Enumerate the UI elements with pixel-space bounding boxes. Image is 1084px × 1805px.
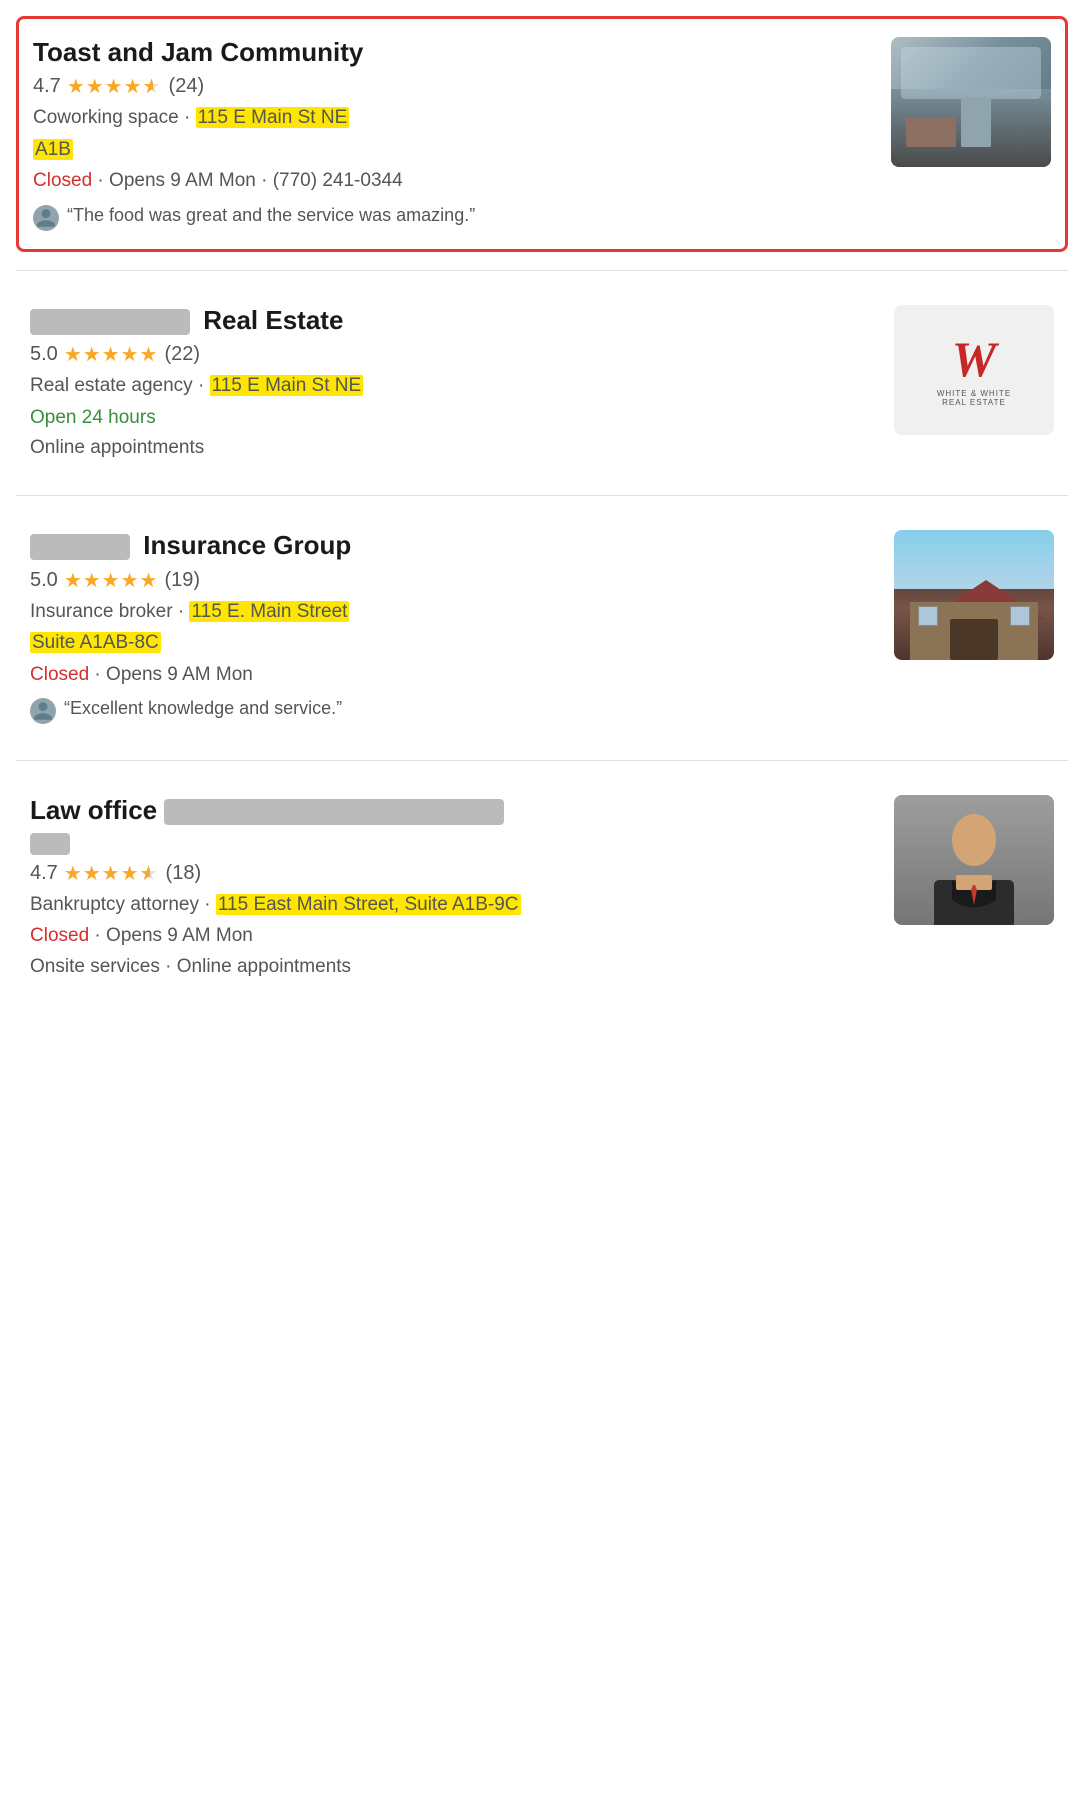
category: Bankruptcy attorney [30,894,199,915]
status-extra: · Opens 9 AM Mon [89,925,253,946]
category: Coworking space [33,107,179,128]
house-photo [894,530,1054,660]
review-count: (22) [164,343,200,366]
user-icon [32,700,54,722]
listing-name: Law office [30,795,880,826]
category: Real estate agency [30,375,193,396]
listing-info: Toast and Jam Community 4.7 ★★★★★★ (24) … [33,37,891,231]
user-avatar [30,698,56,724]
divider-2 [16,495,1068,496]
listing-name-text: Law office [30,795,164,825]
status-row: Open 24 hours [30,405,880,432]
address-highlighted: 115 E Main St NE [196,107,350,128]
address2-highlighted: A1B [33,139,73,160]
extra-info: Onsite services · Online appointments [30,956,880,978]
blurred-name [164,799,504,825]
listing-card-insurance[interactable]: Insurance Group 5.0 ★★★★★ (19) Insurance… [16,512,1068,742]
coworking-photo [891,37,1051,167]
listing-card-real-estate[interactable]: Real Estate 5.0 ★★★★★ (22) Real estate a… [16,287,1068,477]
listing-name: Real Estate [30,305,880,336]
listing-name[interactable]: Toast and Jam Community [33,37,877,68]
rating-row: 5.0 ★★★★★ (22) [30,342,880,367]
person-photo [894,795,1054,925]
address-highlighted: 115 East Main Street, Suite A1B-9C [216,894,521,915]
listing-logo: W WHITE & WHITEREAL ESTATE [894,305,1054,435]
stars: ★★★★★★ [67,74,163,99]
listing-info: Law office 4.7 ★★★★★★ (18) Bankruptcy at… [30,795,894,977]
category-address: Coworking space · 115 E Main St NE [33,105,877,132]
listing-name: Insurance Group [30,530,880,561]
address-highlighted: 115 E. Main Street [189,601,349,622]
listing-info: Insurance Group 5.0 ★★★★★ (19) Insurance… [30,530,894,724]
divider-1 [16,270,1068,271]
rating-row: 5.0 ★★★★★ (19) [30,568,880,593]
status-row: Closed · Opens 9 AM Mon · (770) 241-0344 [33,168,877,195]
status-closed: Closed [33,170,92,191]
blurred-name [30,534,130,560]
review-text: “Excellent knowledge and service.” [64,698,342,719]
listing-photo [894,795,1054,925]
review-snippet: “Excellent knowledge and service.” [30,698,880,724]
rating-row: 4.7 ★★★★★★ (18) [30,861,880,886]
address2-highlighted: Suite A1AB-8C [30,632,161,653]
category-address: Insurance broker · 115 E. Main Street [30,599,880,626]
stars: ★★★★★ [64,342,159,367]
stars: ★★★★★ [64,568,159,593]
listing-photo [891,37,1051,167]
status-extra: · Opens 9 AM Mon · (770) 241-0344 [92,170,403,191]
listing-photo [894,530,1054,660]
category-address: Real estate agency · 115 E Main St NE [30,373,880,400]
listing-name-suffix: Insurance Group [143,530,351,560]
rating-value: 5.0 [30,569,58,592]
rating-value: 4.7 [33,75,61,98]
person-svg [914,805,1034,925]
category-address: Bankruptcy attorney · 115 East Main Stre… [30,892,880,919]
logo-content: W WHITE & WHITEREAL ESTATE [937,332,1011,407]
rating-value: 4.7 [30,862,58,885]
review-text: “The food was great and the service was … [67,205,475,226]
status-open: Open 24 hours [30,407,156,428]
user-avatar [33,205,59,231]
stars: ★★★★★★ [64,861,160,886]
address-highlighted: 115 E Main St NE [210,375,364,396]
blurred-name-2 [30,833,70,855]
listing-name-suffix: Real Estate [203,305,343,335]
review-count: (18) [166,862,202,885]
review-count: (19) [164,569,200,592]
status-closed: Closed [30,664,89,685]
address2-row: A1B [33,137,877,164]
blurred-name [30,309,190,335]
listing-info: Real Estate 5.0 ★★★★★ (22) Real estate a… [30,305,894,459]
review-count: (24) [169,75,205,98]
rating-value: 5.0 [30,343,58,366]
status-row: Closed · Opens 9 AM Mon [30,662,880,689]
status-closed: Closed [30,925,89,946]
category: Insurance broker [30,601,173,622]
listing-card-law-office[interactable]: Law office 4.7 ★★★★★★ (18) Bankruptcy at… [16,777,1068,995]
extra-info: Online appointments [30,437,880,459]
user-icon [35,207,57,229]
listing-card-toast-and-jam[interactable]: Toast and Jam Community 4.7 ★★★★★★ (24) … [16,16,1068,252]
rating-row: 4.7 ★★★★★★ (24) [33,74,877,99]
status-extra: · Opens 9 AM Mon [89,664,253,685]
address2-row: Suite A1AB-8C [30,630,880,657]
status-row: Closed · Opens 9 AM Mon [30,923,880,950]
divider-3 [16,760,1068,761]
review-snippet: “The food was great and the service was … [33,205,877,231]
